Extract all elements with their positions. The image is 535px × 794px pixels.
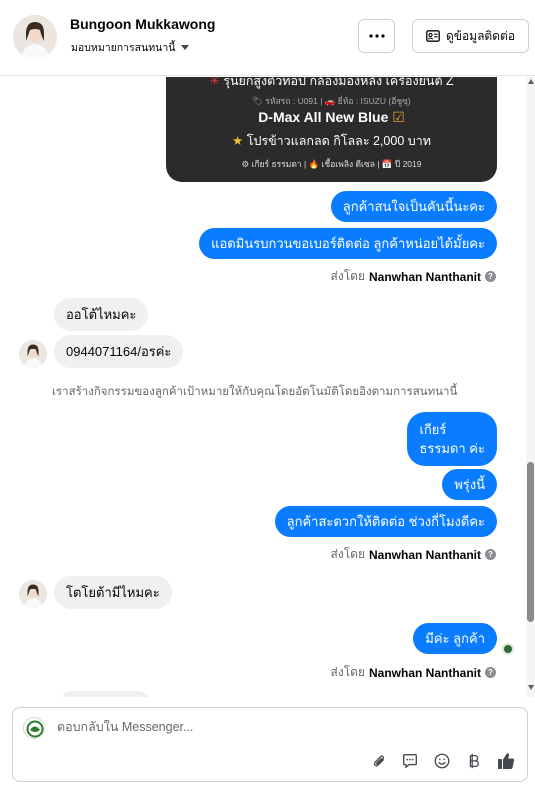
sent-by-label: ส่งโดย Nanwhan Nanthanit ? xyxy=(331,545,496,564)
sent-by-prefix: ส่งโดย xyxy=(330,547,365,561)
outgoing-message[interactable]: มีค่ะ ลูกค้า xyxy=(413,623,497,654)
product-card-image[interactable]: ✳ รุ่นยกสูงตัวท็อป กล้องมองหลัง เครื่องย… xyxy=(166,77,497,182)
outgoing-message[interactable]: แอดมินรบกวนขอเบอร์ติดต่อ ลูกค้าหน่อยได้ม… xyxy=(199,228,497,259)
emoji-button[interactable] xyxy=(432,751,452,771)
contact-avatar-small[interactable] xyxy=(19,340,47,368)
more-options-button[interactable] xyxy=(358,19,395,53)
view-contact-label: ดูข้อมูลติดต่อ xyxy=(445,28,516,43)
scroll-thumb[interactable] xyxy=(527,462,534,622)
outgoing-message[interactable]: เกียร์ ธรรมดา ค่ะ xyxy=(407,412,497,466)
system-notice: เราสร้างกิจกรรมของลูกค้าเป้าหมายให้กับคุ… xyxy=(52,386,458,398)
sent-by-prefix: ส่งโดย xyxy=(330,665,365,679)
sent-by-agent[interactable]: Nanwhan Nanthanit xyxy=(369,548,481,562)
reply-input[interactable] xyxy=(57,720,477,734)
like-icon xyxy=(498,753,515,769)
conversation-header: Bungoon Mukkawong มอบหมายการสนทนานี้ ดูข… xyxy=(0,0,535,76)
card-promo: ★ โปรข้าวแลกลด กิโลละ 2,000 บาท xyxy=(166,131,497,151)
more-icon xyxy=(368,34,385,38)
caret-down-icon xyxy=(181,45,190,50)
payment-button[interactable] xyxy=(464,751,484,771)
sent-by-label: ส่งโดย Nanwhan Nanthanit ? xyxy=(331,267,496,286)
asterisk-icon: ✳ xyxy=(209,77,220,88)
contact-avatar-small[interactable] xyxy=(19,580,47,608)
incoming-message[interactable]: ออโต้ไหมคะ xyxy=(54,298,149,331)
card-promo-text: โปรข้าวแลกลด กิโลละ 2,000 บาท xyxy=(246,134,431,148)
contact-name: Bungoon Mukkawong xyxy=(70,16,216,32)
attach-icon xyxy=(373,754,384,766)
card-headline-text: รุ่นยกสูงตัวท็อป กล้องมองหลัง เครื่องยนต… xyxy=(223,77,454,88)
help-icon[interactable]: ? xyxy=(485,271,496,282)
message-line: ธรรมดา ค่ะ xyxy=(419,441,485,456)
outgoing-message[interactable]: ลูกค้าสนใจเป็นคันนี้นะคะ xyxy=(330,191,497,222)
emoji-icon xyxy=(434,753,450,769)
baht-icon xyxy=(469,753,479,769)
sent-by-prefix: ส่งโดย xyxy=(330,269,365,283)
saved-reply-button[interactable] xyxy=(400,751,420,771)
view-contact-info-button[interactable]: ดูข้อมูลติดต่อ xyxy=(412,19,529,53)
sent-by-agent[interactable]: Nanwhan Nanthanit xyxy=(369,666,481,680)
scroll-down-icon[interactable] xyxy=(528,685,534,690)
sent-by-agent[interactable]: Nanwhan Nanthanit xyxy=(369,270,481,284)
star-icon: ★ xyxy=(232,134,244,148)
help-icon[interactable]: ? xyxy=(485,549,496,560)
saved-reply-icon xyxy=(403,754,417,768)
help-icon[interactable]: ? xyxy=(485,667,496,678)
assign-label: มอบหมายการสนทนานี้ xyxy=(71,42,176,54)
attach-button[interactable] xyxy=(369,751,389,771)
seen-indicator-icon xyxy=(502,643,514,655)
check-icon: ☑ xyxy=(392,109,405,125)
reply-composer xyxy=(12,707,528,782)
assign-conversation-dropdown[interactable]: มอบหมายการสนทนานี้ xyxy=(71,39,190,56)
incoming-message[interactable]: โตโยต้ามีไหมคะ xyxy=(54,576,172,609)
contact-avatar[interactable] xyxy=(13,15,57,59)
message-thread[interactable]: ✳ รุ่นยกสูงตัวท็อป กล้องมองหลัง เครื่องย… xyxy=(0,77,526,697)
scroll-up-icon[interactable] xyxy=(528,79,534,84)
sent-by-label: ส่งโดย Nanwhan Nanthanit ? xyxy=(331,663,496,682)
card-model: D-Max All New Blue ☑ xyxy=(166,109,497,126)
message-line: เกียร์ xyxy=(419,422,447,437)
outgoing-message[interactable]: ลูกค้าสะดวกให้ติดต่อ ช่วงกี่โมงดีคะ xyxy=(274,506,497,537)
like-button[interactable] xyxy=(496,751,516,771)
incoming-message-partial xyxy=(60,691,150,697)
card-model-text: D-Max All New Blue xyxy=(258,109,389,125)
card-headline: ✳ รุ่นยกสูงตัวท็อป กล้องมองหลัง เครื่องย… xyxy=(166,77,497,91)
card-specs: ⚙ เกียร์ ธรรมดา | 🔥 เชื้อเพลิง ดีเซล | 📅… xyxy=(241,159,422,169)
thread-scrollbar[interactable] xyxy=(526,77,535,697)
card-meta: 🏷 รหัสรถ : U091 | 🚗 ยี่ห้อ : ISUZU (อีซู… xyxy=(252,96,411,106)
page-logo xyxy=(23,717,45,739)
outgoing-message[interactable]: พรุ่งนี้ xyxy=(442,469,497,500)
contact-card-icon xyxy=(426,30,440,42)
incoming-message[interactable]: 0944071164/อรค่ะ xyxy=(54,335,184,368)
